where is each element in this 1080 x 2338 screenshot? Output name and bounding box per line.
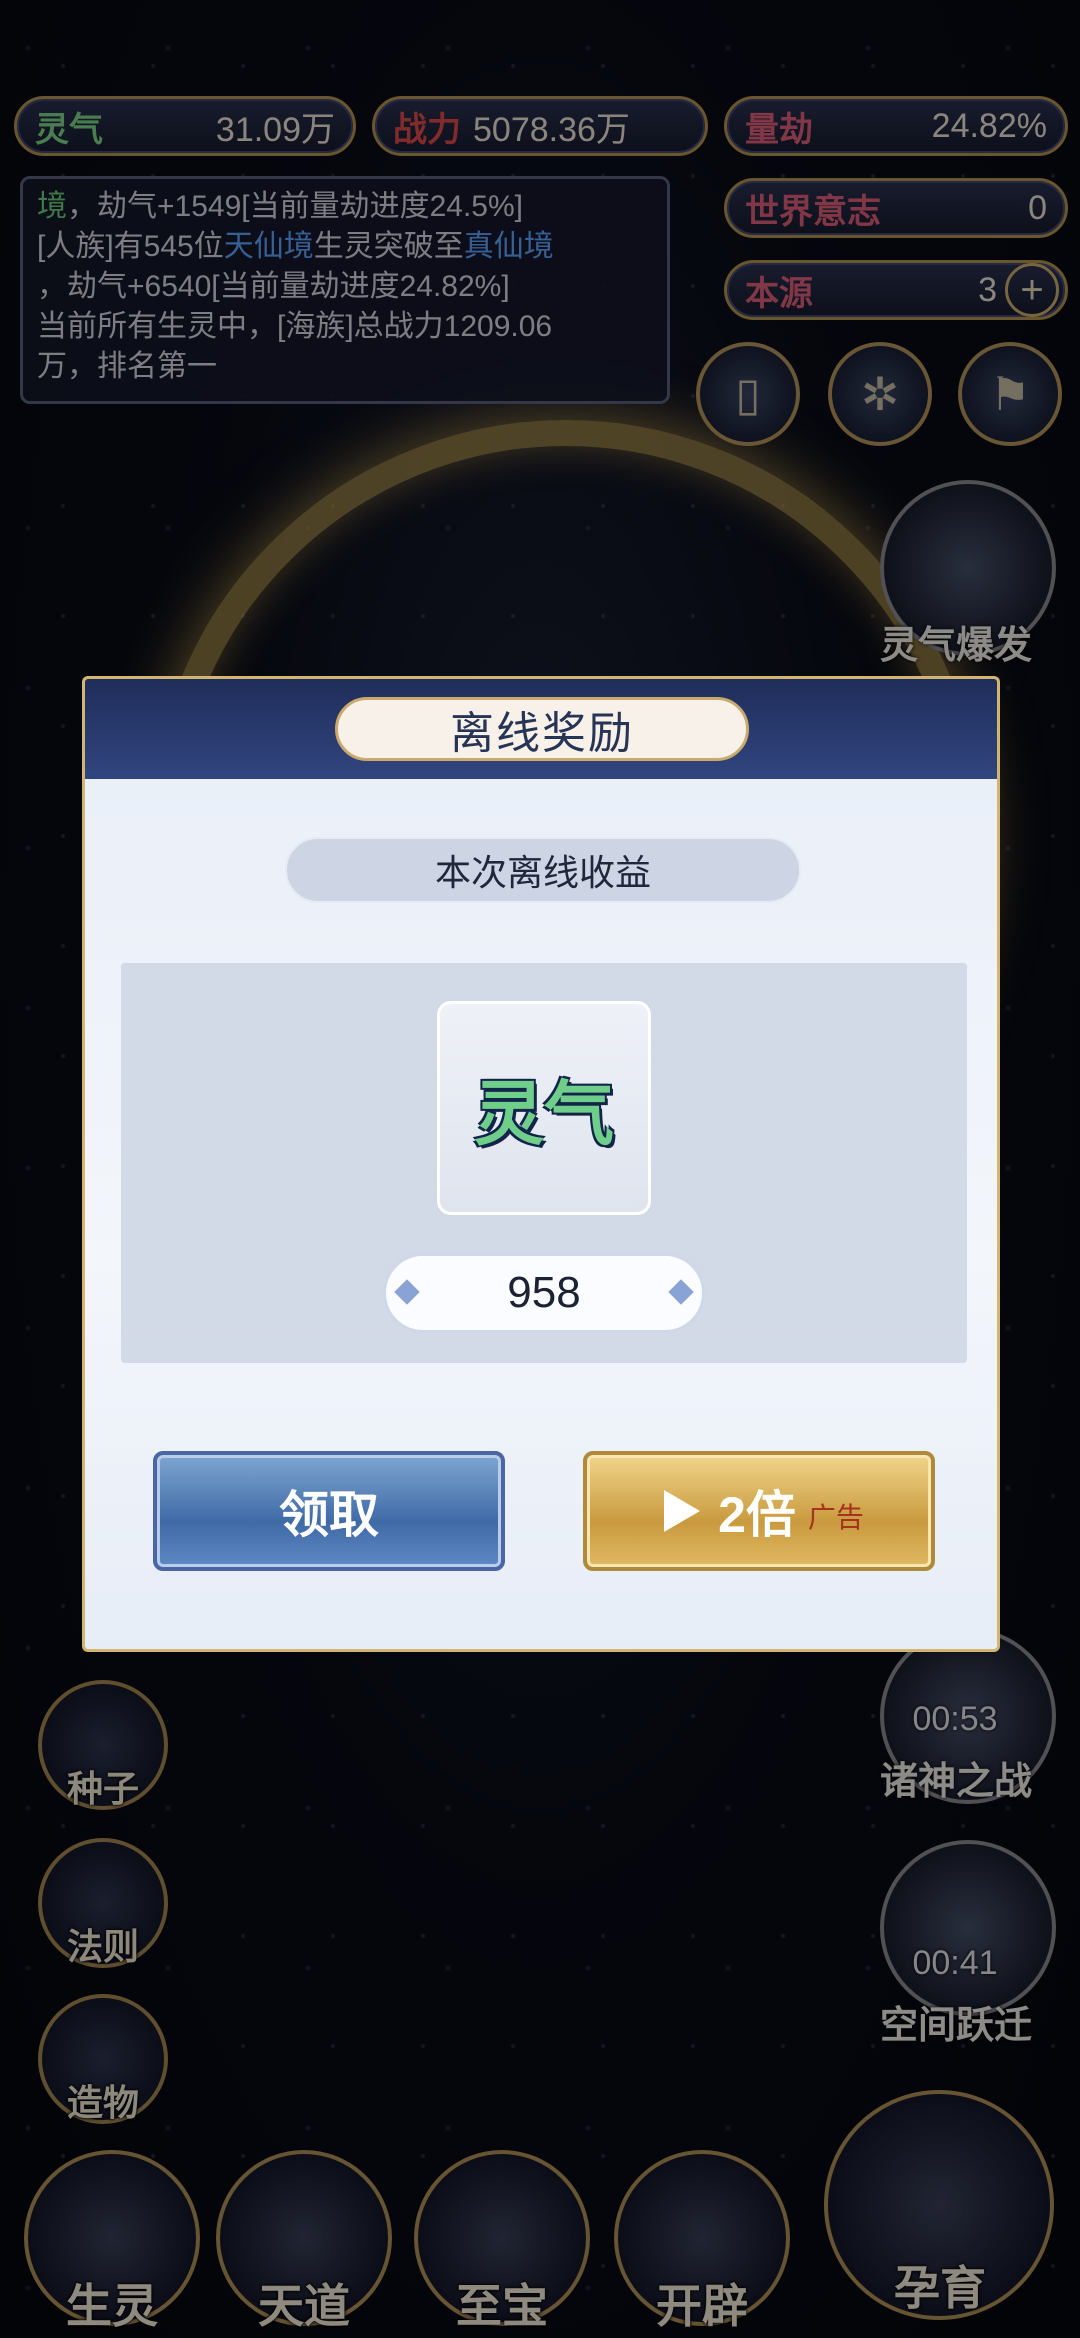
- double-reward-ad-button[interactable]: 2倍 广告: [583, 1451, 935, 1571]
- diamond-icon: [668, 1279, 694, 1305]
- reward-item-card: 灵气: [437, 1001, 651, 1215]
- dialog-title: 离线奖励: [335, 697, 749, 761]
- ad-label: 广告: [807, 1502, 864, 1533]
- diamond-icon: [394, 1279, 420, 1305]
- double-label: 2倍: [718, 1487, 796, 1543]
- video-play-icon: [654, 1484, 708, 1538]
- claim-button[interactable]: 领取: [153, 1451, 505, 1571]
- claim-label: 领取: [279, 1487, 379, 1543]
- offline-reward-dialog: 离线奖励 本次离线收益 灵气 958 领取 2倍 广告: [82, 676, 1000, 1652]
- reward-amount: 958: [383, 1253, 705, 1333]
- reward-amount-value: 958: [507, 1268, 581, 1317]
- dialog-subtitle: 本次离线收益: [285, 837, 801, 903]
